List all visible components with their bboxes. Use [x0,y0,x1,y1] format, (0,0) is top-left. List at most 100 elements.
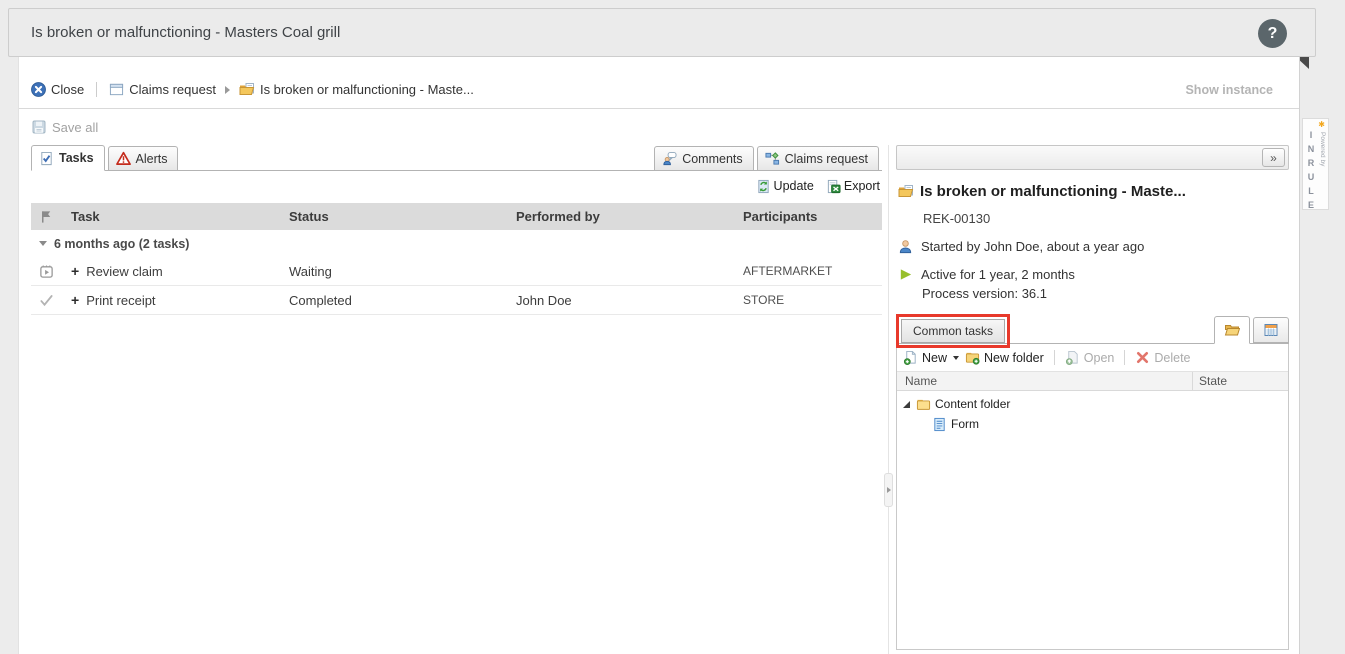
process-version-text: Process version: 36.1 [922,286,1287,301]
breadcrumb-separator [96,82,97,97]
tree-item-content-folder[interactable]: Content folder [897,394,1288,414]
splitter-handle[interactable] [884,473,893,507]
tree-expand-icon[interactable] [903,401,910,408]
toolbar-separator [1124,350,1125,365]
flag-icon [39,209,54,224]
update-label: Update [774,179,814,193]
tab-grid-view[interactable] [1253,317,1289,343]
help-button[interactable]: ? [1258,19,1287,48]
close-label: Close [51,82,84,97]
export-button[interactable]: Export [826,179,880,194]
content-area: Tasks Alerts Comments Claims request [31,145,1289,654]
delete-button[interactable]: Delete [1135,350,1190,365]
tab-tasks[interactable]: Tasks [31,145,105,171]
grid-toolbar: Update Export [31,171,882,201]
tree-item-form[interactable]: Form [897,414,1288,434]
tasks-icon [39,151,54,166]
in-progress-icon [39,264,54,279]
column-header-name[interactable]: Name [897,374,1192,388]
new-folder-button[interactable]: New folder [965,350,1044,365]
content-toolbar: New New folder Open Dele [897,344,1288,372]
open-label: Open [1084,351,1115,365]
active-play-icon [898,267,913,282]
tasks-region: Tasks Alerts Comments Claims request [31,145,882,654]
group-label: 6 months ago (2 tasks) [54,237,189,251]
close-button[interactable]: Close [31,82,84,97]
task-status: Waiting [289,264,516,279]
column-header-status[interactable]: Status [289,209,516,224]
export-excel-icon [826,179,841,194]
new-document-icon [903,350,918,365]
breadcrumb-case[interactable]: Is broken or malfunctioning - Maste... [239,82,474,98]
column-header-task[interactable]: Task [65,209,289,224]
tab-claims-request[interactable]: Claims request [757,146,879,170]
question-mark-icon: ? [1268,25,1278,43]
save-icon [31,119,47,135]
task-name: Print receipt [86,293,155,308]
open-folder-icon [1224,322,1240,338]
new-button[interactable]: New [903,350,959,365]
task-row-print-receipt[interactable]: + Print receipt Completed John Doe STORE [31,286,882,315]
form-document-icon [932,417,947,432]
task-status: Completed [289,293,516,308]
task-row-review-claim[interactable]: + Review claim Waiting AFTERMARKET [31,257,882,286]
splitter-arrow-icon [887,487,891,493]
export-label: Export [844,179,880,193]
comments-icon [662,151,677,166]
expand-task-icon[interactable]: + [71,263,79,279]
dropdown-caret-icon [953,356,959,360]
powered-by-label: Powered by [1319,132,1326,166]
inrule-brand: INRULE [1306,130,1316,214]
powered-by-tab[interactable]: ✱ INRULE Powered by [1302,118,1329,210]
open-document-icon [1065,350,1080,365]
chevron-double-right-icon: » [1270,151,1277,165]
breadcrumb-app[interactable]: Claims request [109,82,216,97]
main-panel: Close Claims request Is broken or malfun… [18,57,1300,654]
show-instance-button[interactable]: Show instance [1185,83,1273,97]
started-by-text: Started by John Doe, about a year ago [921,239,1144,254]
breadcrumb-case-label: Is broken or malfunctioning - Maste... [260,82,474,97]
new-folder-label: New folder [984,351,1044,365]
new-label: New [922,351,947,365]
state-column-header [31,209,65,224]
tab-alerts-label: Alerts [136,152,168,166]
save-all-button[interactable]: Save all [52,120,98,135]
tab-alerts[interactable]: Alerts [108,146,179,170]
workflow-icon [765,151,780,166]
close-icon [31,82,46,97]
common-tasks-content: New New folder Open Dele [896,344,1289,650]
active-for-text: Active for 1 year, 2 months [921,267,1075,282]
tab-tasks-label: Tasks [59,151,94,165]
toolbar-separator [1054,350,1055,365]
tab-folder-view[interactable] [1214,316,1250,344]
new-folder-icon [965,350,980,365]
breadcrumb: Close Claims request Is broken or malfun… [19,57,1299,109]
tab-comments[interactable]: Comments [654,146,753,170]
calendar-grid-icon [1263,322,1279,338]
expand-task-icon[interactable]: + [71,292,79,308]
tab-common-tasks[interactable]: Common tasks [901,319,1005,343]
tab-comments-label: Comments [682,152,742,166]
save-all-row: Save all [19,109,1299,145]
tree-item-label: Form [951,417,979,431]
tab-strip: Tasks Alerts Comments Claims request [31,145,882,171]
window-icon [109,82,124,97]
task-group-row[interactable]: 6 months ago (2 tasks) [31,230,882,257]
folder-icon [916,397,931,412]
column-header-state[interactable]: State [1192,372,1288,390]
case-panel-toolbar: » [896,145,1289,170]
sparkle-icon: ✱ [1318,120,1325,129]
column-header-performed-by[interactable]: Performed by [516,209,743,224]
column-header-participants[interactable]: Participants [743,209,882,224]
highlight-annotation-box: Common tasks [896,314,1010,348]
tab-claims-request-label: Claims request [785,152,868,166]
alert-triangle-icon [116,151,131,166]
case-details-panel: » Is broken or malfunctioning - Maste...… [896,145,1289,654]
window-titlebar: Is broken or malfunctioning - Masters Co… [8,8,1316,57]
panel-splitter[interactable] [882,145,896,654]
open-button[interactable]: Open [1065,350,1115,365]
collapse-panel-button[interactable]: » [1262,148,1285,167]
group-collapse-icon [39,241,47,246]
case-folder-icon [239,82,255,98]
update-button[interactable]: Update [756,179,814,194]
